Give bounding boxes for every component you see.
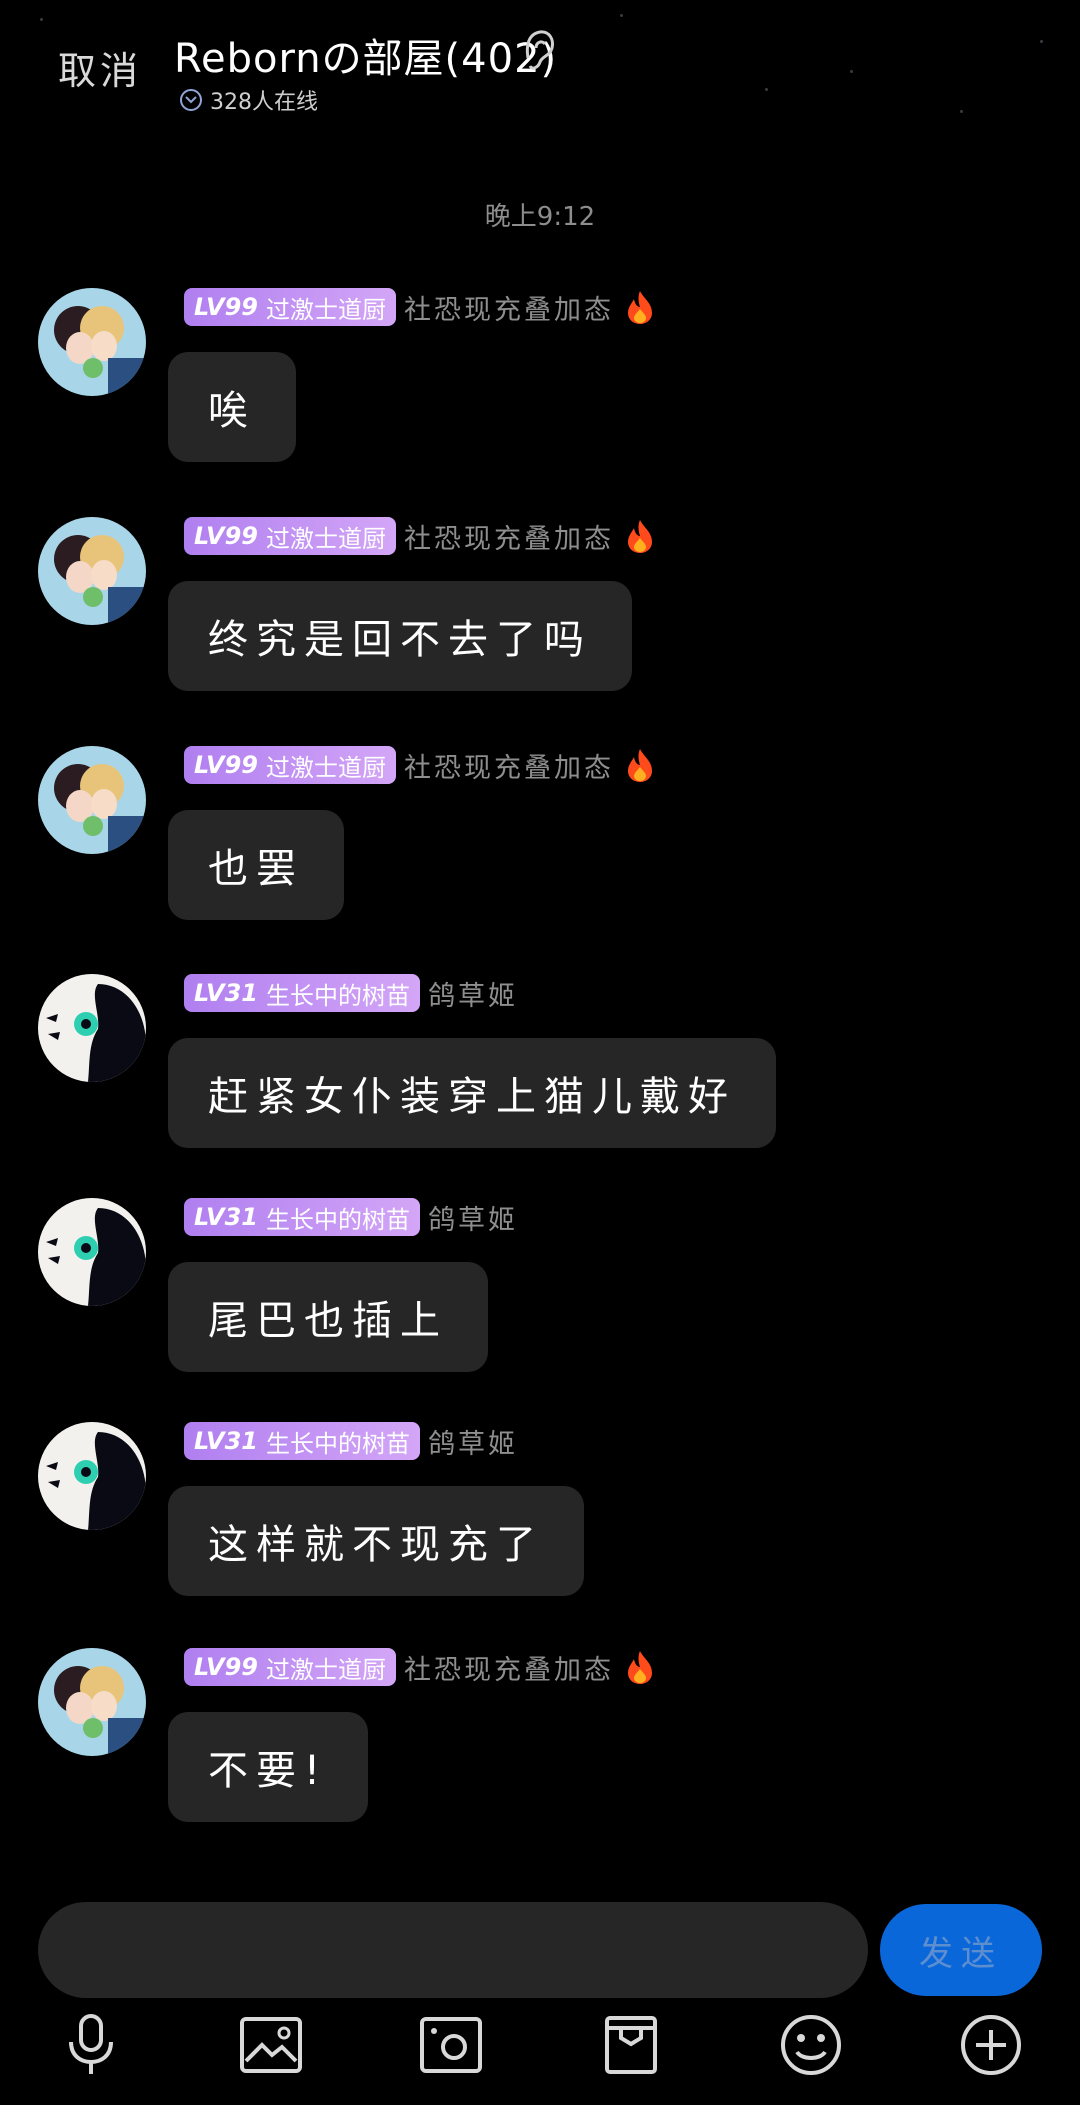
level-badge: LV99 过激士道厨 (184, 746, 396, 784)
level-badge: LV31 生长中的树苗 (184, 974, 420, 1012)
bottom-toolbar (0, 2010, 1080, 2090)
nickname[interactable]: 社恐现充叠加态 (404, 288, 614, 327)
nickname[interactable]: 社恐现充叠加态 (404, 746, 614, 785)
chevron-down-icon (180, 89, 202, 111)
nickname[interactable]: 鸽草姬 (428, 1198, 518, 1237)
message-bubble[interactable]: 尾巴也插上 (168, 1262, 488, 1372)
message-bubble[interactable]: 终究是回不去了吗 (168, 581, 632, 691)
cancel-button[interactable]: 取消 (58, 40, 142, 95)
fire-icon (627, 749, 652, 782)
nickname[interactable]: 鸽草姬 (428, 1422, 518, 1461)
fire-icon (627, 520, 652, 553)
bag-icon[interactable] (596, 2010, 666, 2080)
level-badge: LV99 过激士道厨 (184, 517, 396, 555)
plus-icon[interactable] (956, 2010, 1026, 2080)
camera-icon[interactable] (416, 2010, 486, 2080)
room-title[interactable]: Rebornの部屋(402) (174, 26, 557, 84)
level-badge: LV31 生长中的树苗 (184, 1198, 420, 1236)
level-badge: LV31 生长中的树苗 (184, 1422, 420, 1460)
nickname[interactable]: 鸽草姬 (428, 974, 518, 1013)
timestamp: 晚上9:12 (484, 202, 596, 232)
avatar[interactable] (38, 517, 146, 625)
message-bubble[interactable]: 不要! (168, 1712, 369, 1822)
image-icon[interactable] (236, 2010, 306, 2080)
message-bubble[interactable]: 赶紧女仆装穿上猫儿戴好 (168, 1038, 776, 1148)
avatar[interactable] (38, 288, 146, 396)
online-count: 328人在线 (210, 90, 318, 115)
chat-header: 取消 Rebornの部屋(402) 328人在线 (0, 0, 1080, 150)
fire-icon (627, 291, 652, 324)
level-badge: LV99 过激士道厨 (184, 288, 396, 326)
message-bubble[interactable]: 这样就不现充了 (168, 1486, 584, 1596)
avatar[interactable] (38, 974, 146, 1082)
online-status[interactable]: 328人在线 (180, 84, 318, 116)
nickname[interactable]: 社恐现充叠加态 (404, 517, 614, 556)
send-button[interactable]: 发送 (880, 1904, 1042, 1996)
message-input[interactable] (38, 1902, 868, 1998)
nickname[interactable]: 社恐现充叠加态 (404, 1648, 614, 1687)
avatar[interactable] (38, 1648, 146, 1756)
avatar[interactable] (38, 746, 146, 854)
message-bubble[interactable]: 也罢 (168, 810, 344, 920)
microphone-icon[interactable] (56, 2010, 126, 2080)
ear-icon[interactable] (520, 28, 556, 72)
emoji-icon[interactable] (776, 2010, 846, 2080)
level-badge: LV99 过激士道厨 (184, 1648, 396, 1686)
fire-icon (627, 1651, 652, 1684)
message-bubble[interactable]: 唉 (168, 352, 296, 462)
avatar[interactable] (38, 1198, 146, 1306)
avatar[interactable] (38, 1422, 146, 1530)
